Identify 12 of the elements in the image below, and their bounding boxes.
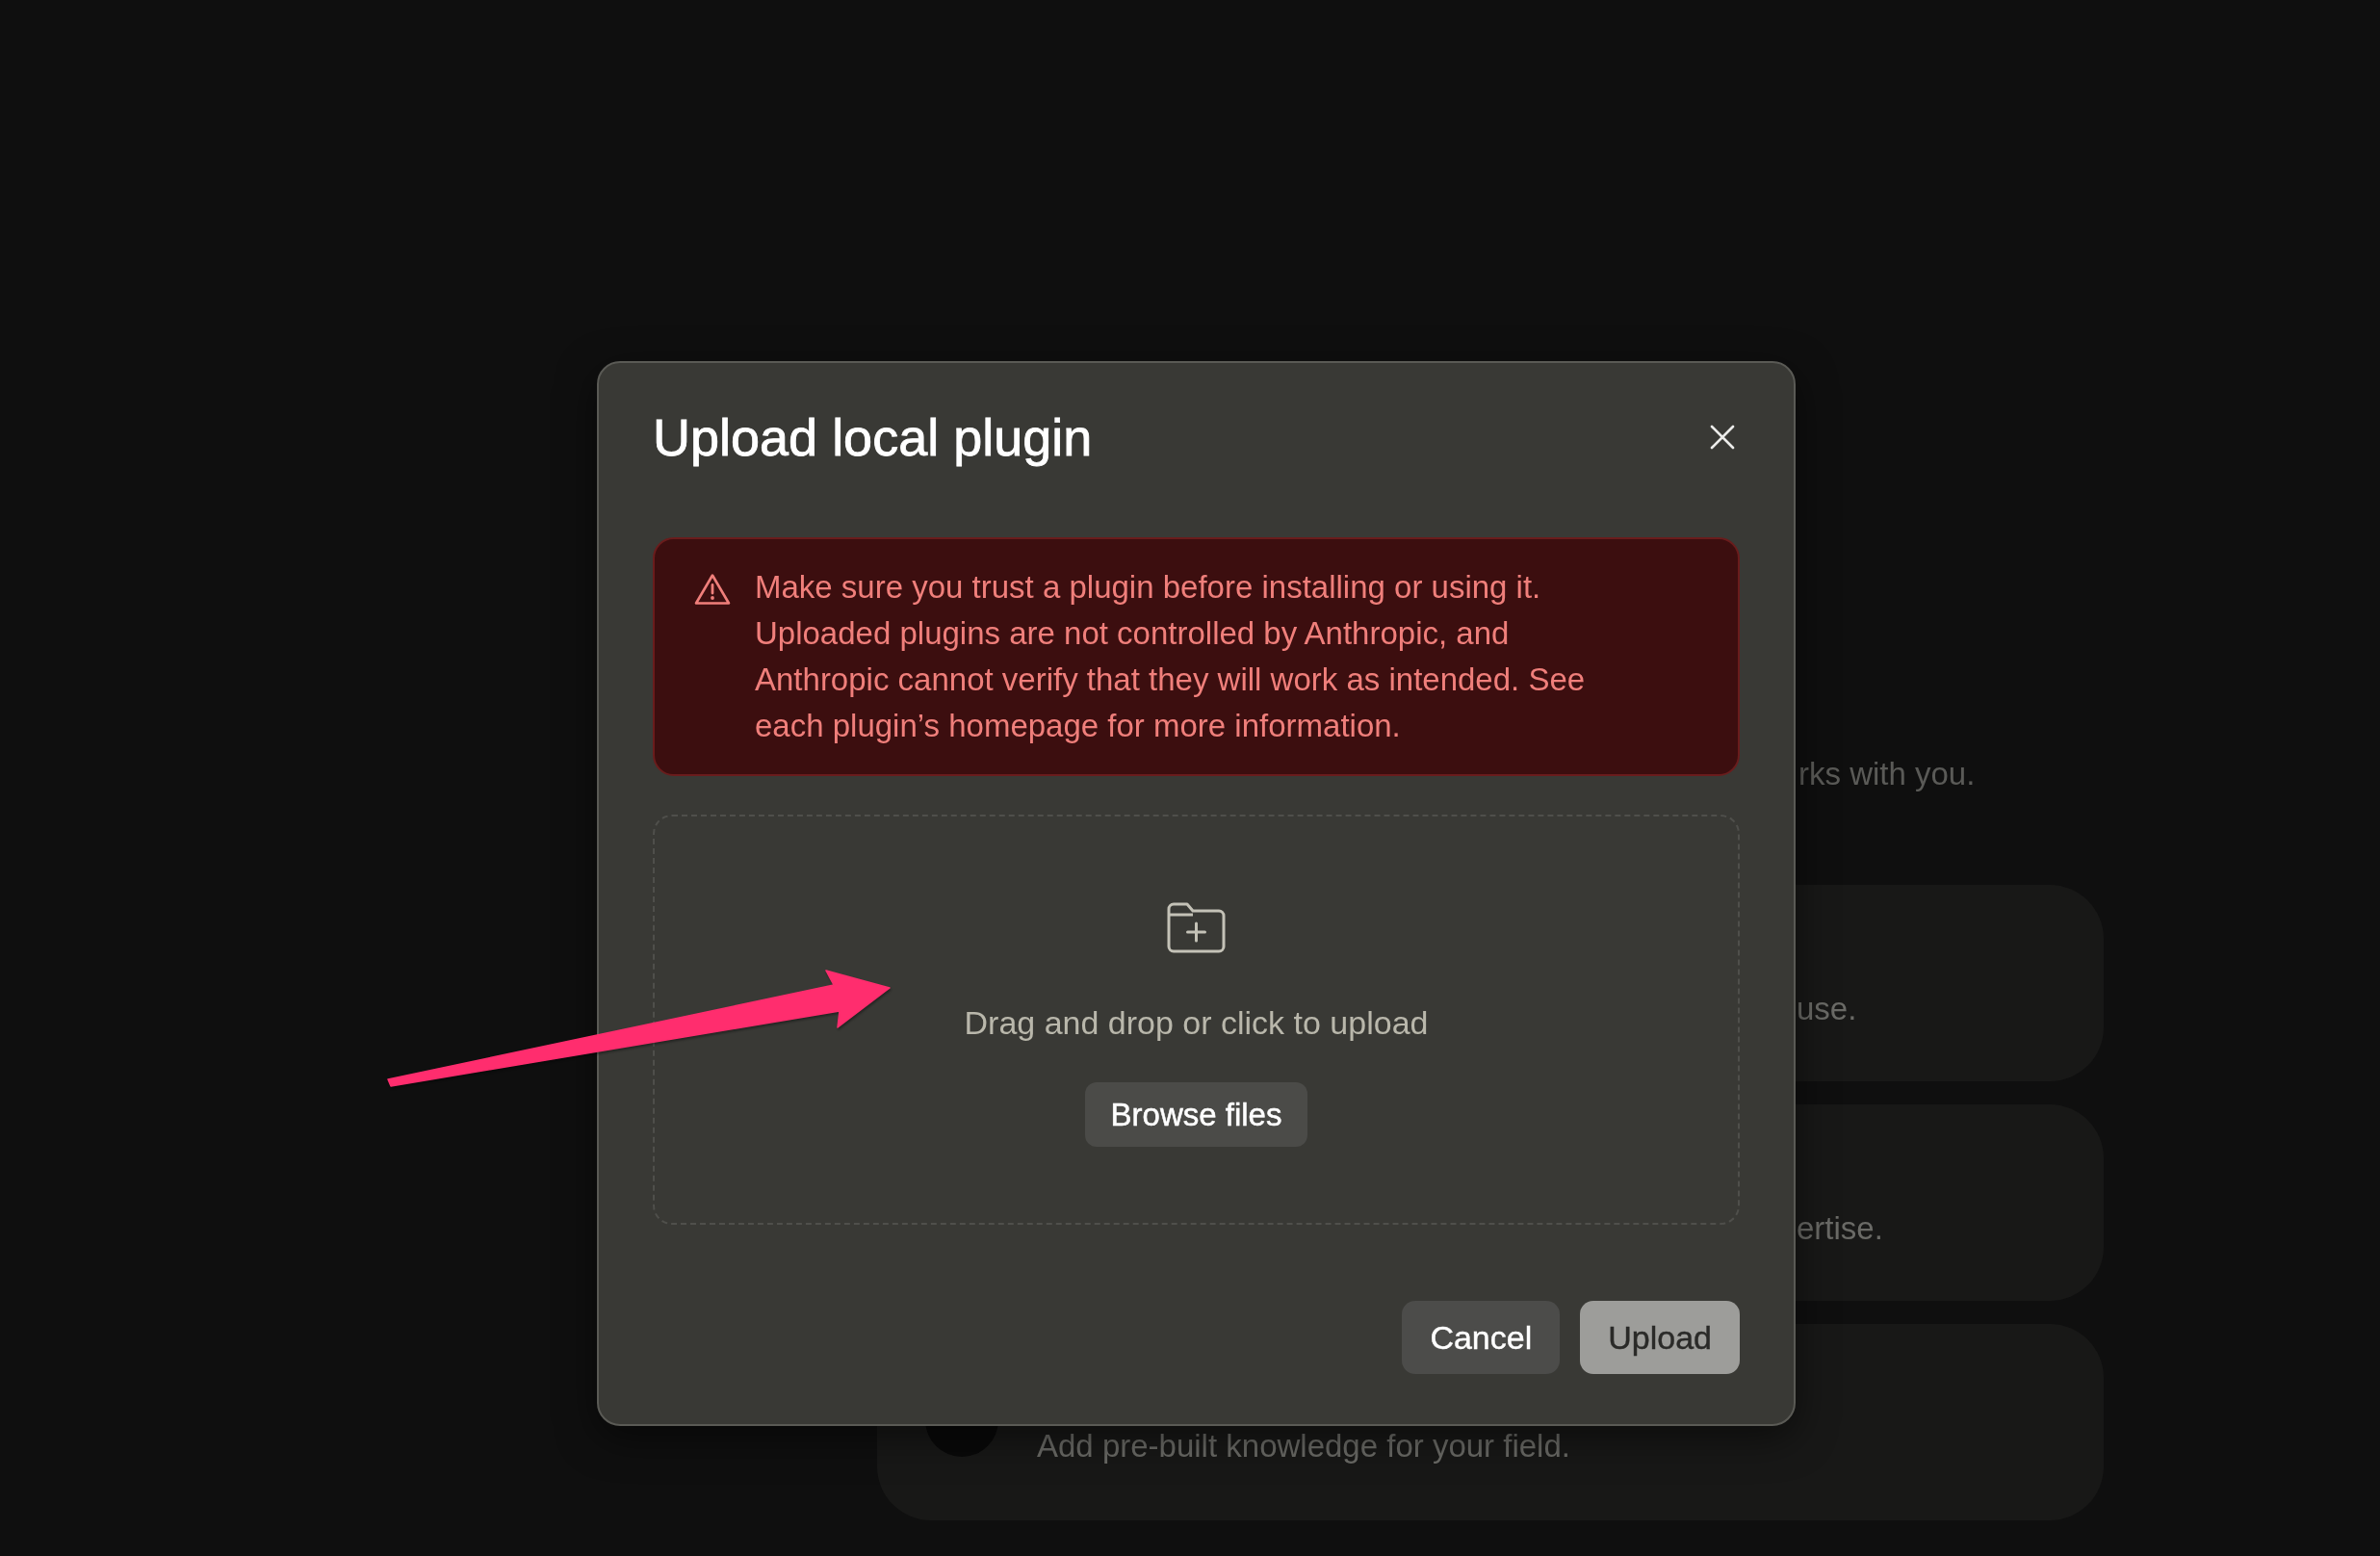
close-icon [1710, 425, 1735, 450]
warning-icon [694, 573, 731, 606]
cancel-button[interactable]: Cancel [1402, 1301, 1561, 1374]
dialog-title: Upload local plugin [653, 407, 1093, 468]
subtitle-text: rks with you. [1798, 756, 1976, 792]
upload-hint: Drag and drop or click to upload [964, 1003, 1429, 1042]
folder-plus-icon [1166, 901, 1227, 954]
card-description: use. [1797, 991, 1857, 1027]
browse-files-button[interactable]: Browse files [1084, 1082, 1308, 1147]
card-description: Add pre-built knowledge for your field. [1037, 1428, 1570, 1465]
card-description: ertise. [1797, 1210, 1883, 1247]
warning-text: Make sure you trust a plugin before installing or using it. Uploaded plugins are not controlled by Anthropic, and Anthropic cannot verify that they will work as intended. See each plugin’s homepage for more information. [755, 568, 1587, 745]
